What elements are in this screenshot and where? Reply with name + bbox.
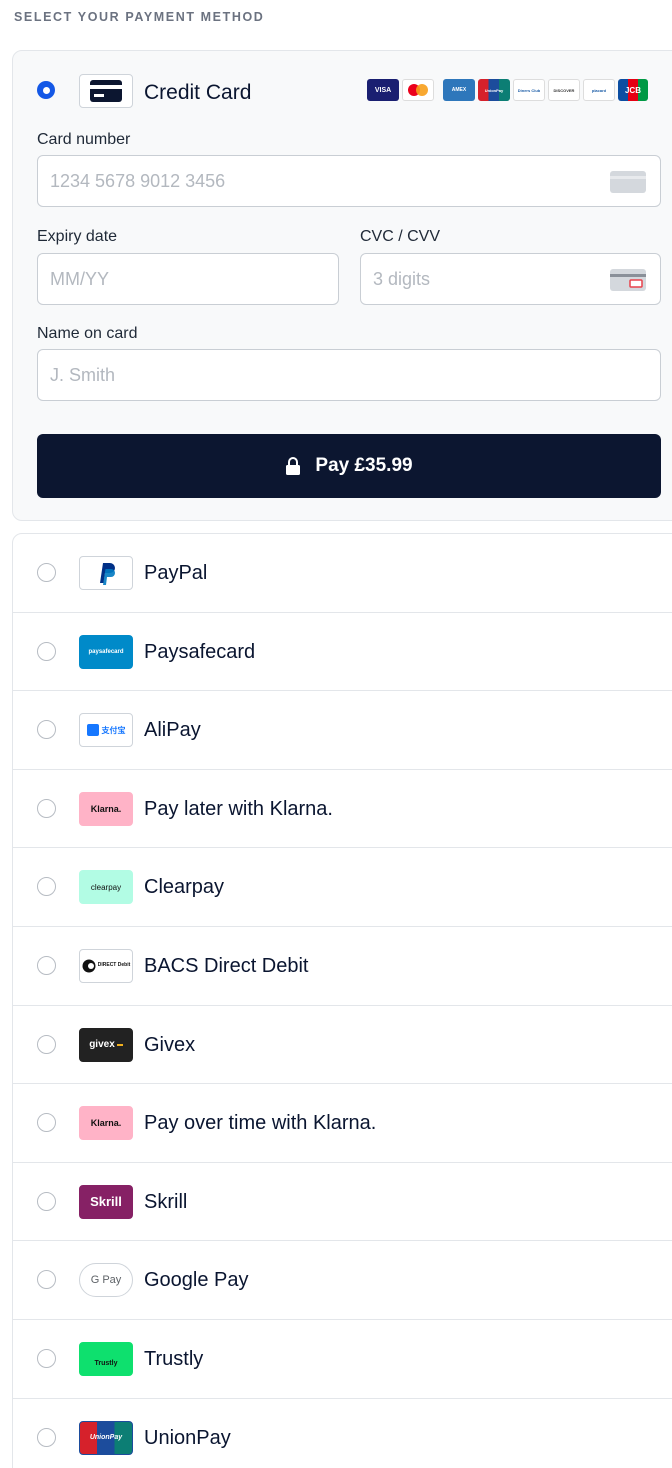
method-row-skrill[interactable]: Skrill Skrill — [13, 1163, 672, 1242]
paysafecard-logo-icon: paysafecard — [79, 634, 133, 669]
alipay-label: AliPay — [144, 719, 201, 742]
paypal-label: PayPal — [144, 562, 208, 584]
method-row-trustly[interactable]: Trustly Trustly — [13, 1320, 672, 1399]
method-row-paysafecard[interactable]: paysafecard Paysafecard — [13, 613, 672, 692]
paypal-logo-icon — [79, 556, 133, 590]
card-icon — [610, 171, 646, 193]
discover-icon: DISCOVER — [548, 79, 580, 101]
skrill-logo-icon: Skrill — [79, 1184, 133, 1219]
amex-icon: AMEX — [443, 79, 475, 101]
expiry-input[interactable] — [50, 254, 290, 304]
method-row-klarna-later[interactable]: Klarna. Pay later with Klarna. — [13, 770, 672, 849]
credit-card-radio-selected[interactable] — [37, 81, 55, 99]
cvc-label: CVC / CVV — [360, 228, 441, 245]
klarna-logo-icon: Klarna. — [79, 791, 133, 826]
skrill-radio[interactable] — [37, 1191, 56, 1211]
card-number-input[interactable] — [50, 156, 548, 206]
paypal-radio[interactable] — [37, 563, 56, 582]
alipay-radio[interactable] — [37, 720, 56, 740]
method-row-bacs[interactable]: DIRECT Debit BACS Direct Debit — [13, 927, 672, 1006]
skrill-label: Skrill — [144, 1190, 188, 1213]
paysafecard-radio[interactable] — [37, 641, 56, 661]
klarna-over-time-label: Pay over time with Klarna. — [144, 1112, 377, 1135]
method-row-google-pay[interactable]: G Pay Google Pay — [13, 1241, 672, 1320]
google-pay-radio[interactable] — [37, 1270, 56, 1290]
givex-label: Givex — [144, 1033, 196, 1056]
klarna-over-time-radio[interactable] — [37, 1113, 56, 1133]
direct-debit-logo-icon: DIRECT Debit — [79, 948, 133, 983]
expiry-label: Expiry date — [37, 228, 118, 245]
brand-spacer — [437, 79, 440, 101]
alipay-logo-icon: 支付宝 — [79, 713, 133, 748]
card-brands: VISA AMEX UnionPay Diners Club DISCOVER … — [367, 79, 648, 101]
unionpay-radio[interactable] — [37, 1427, 56, 1447]
credit-card-icon — [79, 74, 133, 108]
name-input[interactable] — [50, 350, 548, 400]
card-number-label: Card number — [37, 131, 131, 148]
pay-button-label: Pay £35.99 — [315, 455, 413, 476]
givex-logo-icon: givex — [79, 1027, 133, 1062]
jcb-icon: JCB — [618, 79, 648, 101]
method-row-clearpay[interactable]: clearpay Clearpay — [13, 848, 672, 927]
clearpay-logo-icon: clearpay — [79, 870, 133, 905]
trustly-logo-icon: Trustly — [79, 1341, 133, 1376]
method-row-unionpay[interactable]: UnionPay UnionPay — [13, 1399, 672, 1468]
section-title: SELECT YOUR PAYMENT METHOD — [14, 10, 265, 24]
google-pay-logo-icon: G Pay — [79, 1263, 133, 1298]
placard-icon: placard — [583, 79, 615, 101]
method-row-alipay[interactable]: 支付宝 AliPay — [13, 691, 672, 770]
mastercard-icon — [402, 79, 434, 101]
method-row-paypal[interactable]: PayPal — [13, 534, 672, 613]
paysafecard-label: Paysafecard — [144, 640, 256, 663]
lock-icon — [286, 457, 301, 475]
trustly-label: Trustly — [144, 1347, 204, 1370]
name-label: Name on card — [37, 325, 138, 342]
bacs-radio[interactable] — [37, 955, 56, 975]
card-number-field — [37, 155, 661, 207]
unionpay-logo-icon: UnionPay — [79, 1420, 133, 1455]
payment-methods-list: PayPal paysafecard Paysafecard 支付宝 AliPa… — [12, 533, 672, 1468]
klarna-later-radio[interactable] — [37, 798, 56, 818]
visa-icon: VISA — [367, 79, 399, 101]
clearpay-radio[interactable] — [37, 877, 56, 897]
bacs-label: BACS Direct Debit — [144, 954, 309, 977]
credit-card-option[interactable]: Credit Card VISA AMEX UnionPay Diners Cl… — [12, 50, 672, 521]
klarna-later-label: Pay later with Klarna. — [144, 797, 333, 820]
method-row-givex[interactable]: givex Givex — [13, 1006, 672, 1085]
cvc-card-icon — [610, 269, 646, 291]
givex-radio[interactable] — [37, 1034, 56, 1054]
cvc-field — [360, 253, 661, 305]
cvc-input[interactable] — [373, 254, 613, 304]
google-pay-label: Google Pay — [144, 1269, 249, 1292]
credit-card-label: Credit Card — [144, 81, 252, 104]
unionpay-label: UnionPay — [144, 1426, 231, 1449]
klarna-logo-icon: Klarna. — [79, 1106, 133, 1141]
unionpay-icon: UnionPay — [478, 79, 510, 101]
expiry-field — [37, 253, 339, 305]
diners-club-icon: Diners Club — [513, 79, 545, 101]
method-row-klarna-over-time[interactable]: Klarna. Pay over time with Klarna. — [13, 1084, 672, 1163]
trustly-radio[interactable] — [37, 1348, 56, 1368]
clearpay-label: Clearpay — [144, 876, 225, 899]
name-field — [37, 349, 661, 401]
pay-button[interactable]: Pay £35.99 — [37, 434, 661, 498]
